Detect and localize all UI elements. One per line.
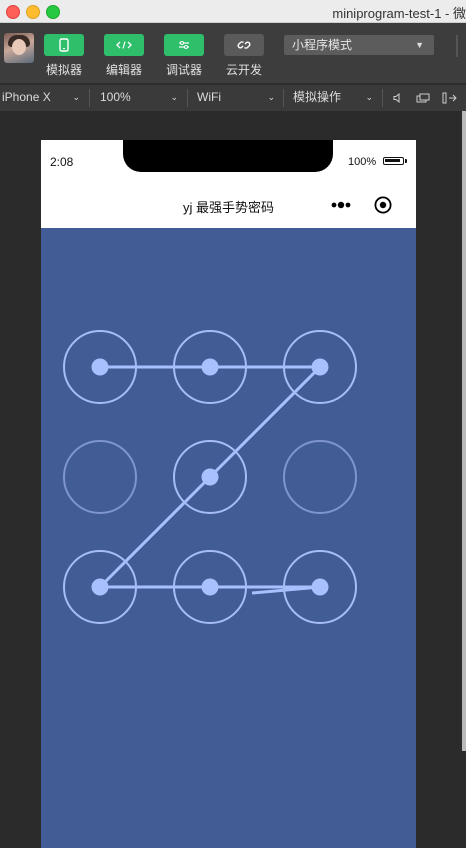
- gesture-node-dot: [201, 578, 219, 596]
- editor-toggle-button[interactable]: [104, 34, 144, 56]
- gesture-lock-pad[interactable]: [41, 228, 416, 848]
- close-window-button[interactable]: [6, 5, 20, 19]
- battery-percentage: 100%: [348, 156, 377, 168]
- mode-select[interactable]: 小程序模式 ▼: [284, 35, 434, 55]
- gesture-node-dot: [201, 358, 219, 376]
- code-icon: [116, 41, 132, 49]
- navigation-bar: yj 最强手势密码: [41, 184, 416, 228]
- minimize-window-button[interactable]: [26, 5, 40, 19]
- divider: [89, 89, 90, 107]
- simulator-label: 模拟器: [45, 63, 82, 77]
- battery-icon: [383, 157, 404, 165]
- network-select[interactable]: WiFi ⌄: [195, 85, 283, 111]
- scrollbar[interactable]: [462, 111, 466, 751]
- cloud-dev-label: 云开发: [225, 63, 262, 77]
- more-menu-icon[interactable]: [330, 197, 354, 213]
- zoom-select[interactable]: 100% ⌄: [98, 85, 186, 111]
- status-bar: 2:08 100%: [41, 140, 416, 184]
- avatar[interactable]: [4, 33, 34, 63]
- status-time: 2:08: [50, 155, 74, 169]
- debugger-label: 调试器: [165, 63, 202, 77]
- cloud-dev-button[interactable]: [224, 34, 264, 56]
- zoom-window-button[interactable]: [46, 5, 60, 19]
- mode-select-value: 小程序模式: [292, 38, 353, 52]
- debug-icon: [179, 41, 189, 49]
- device-select[interactable]: iPhone X ⌄: [0, 85, 88, 111]
- page-title: yj 最强手势密码: [182, 200, 274, 215]
- window-title: miniprogram-test-1 - 微: [332, 6, 466, 21]
- device-notch: [123, 140, 333, 172]
- zoom-select-value: 100%: [100, 90, 131, 104]
- gesture-node-dot: [91, 358, 109, 376]
- battery-tip: [405, 159, 407, 163]
- device-select-value: iPhone X: [2, 90, 51, 104]
- simulator-settings-bar: iPhone X ⌄ 100% ⌄ WiFi ⌄ 模拟操作 ⌄: [0, 84, 466, 112]
- cloud-link-icon: [237, 41, 251, 49]
- chevron-down-icon: ⌄: [170, 92, 178, 102]
- chevron-down-icon: ⌄: [365, 92, 373, 102]
- debugger-toggle-button[interactable]: [164, 34, 204, 56]
- chevron-down-icon: ⌄: [267, 92, 275, 102]
- volume-icon[interactable]: [393, 93, 403, 103]
- divider: [187, 89, 188, 107]
- detach-icon[interactable]: [442, 92, 458, 104]
- phone-screen: 2:08 100% yj 最强手势密码: [41, 140, 416, 848]
- simulator-toggle-button[interactable]: [44, 34, 84, 56]
- divider: [382, 89, 383, 107]
- gesture-node-dot: [311, 578, 329, 596]
- chevron-down-icon: ⌄: [72, 92, 80, 102]
- gesture-node-dot: [91, 578, 109, 596]
- close-miniprogram-icon[interactable]: [374, 196, 392, 214]
- window-mode-icon[interactable]: [416, 93, 430, 103]
- devtools-toolbar: 模拟器 编辑器 调试器 云开发 小程序模式 ▼: [0, 23, 466, 83]
- simulate-ops-select[interactable]: 模拟操作 ⌄: [291, 85, 381, 111]
- network-select-value: WiFi: [197, 90, 221, 104]
- phone-icon: [59, 38, 69, 52]
- divider: [283, 89, 284, 107]
- gesture-node-dot: [311, 358, 329, 376]
- simulate-ops-value: 模拟操作: [293, 90, 342, 104]
- gesture-node-dot: [201, 468, 219, 486]
- gesture-node-6[interactable]: [283, 440, 357, 514]
- gesture-node-4[interactable]: [63, 440, 137, 514]
- window-title-bar: miniprogram-test-1 - 微: [0, 0, 466, 23]
- toolbar-divider: [456, 35, 458, 57]
- chevron-down-icon: ▼: [415, 40, 424, 50]
- editor-label: 编辑器: [105, 63, 142, 77]
